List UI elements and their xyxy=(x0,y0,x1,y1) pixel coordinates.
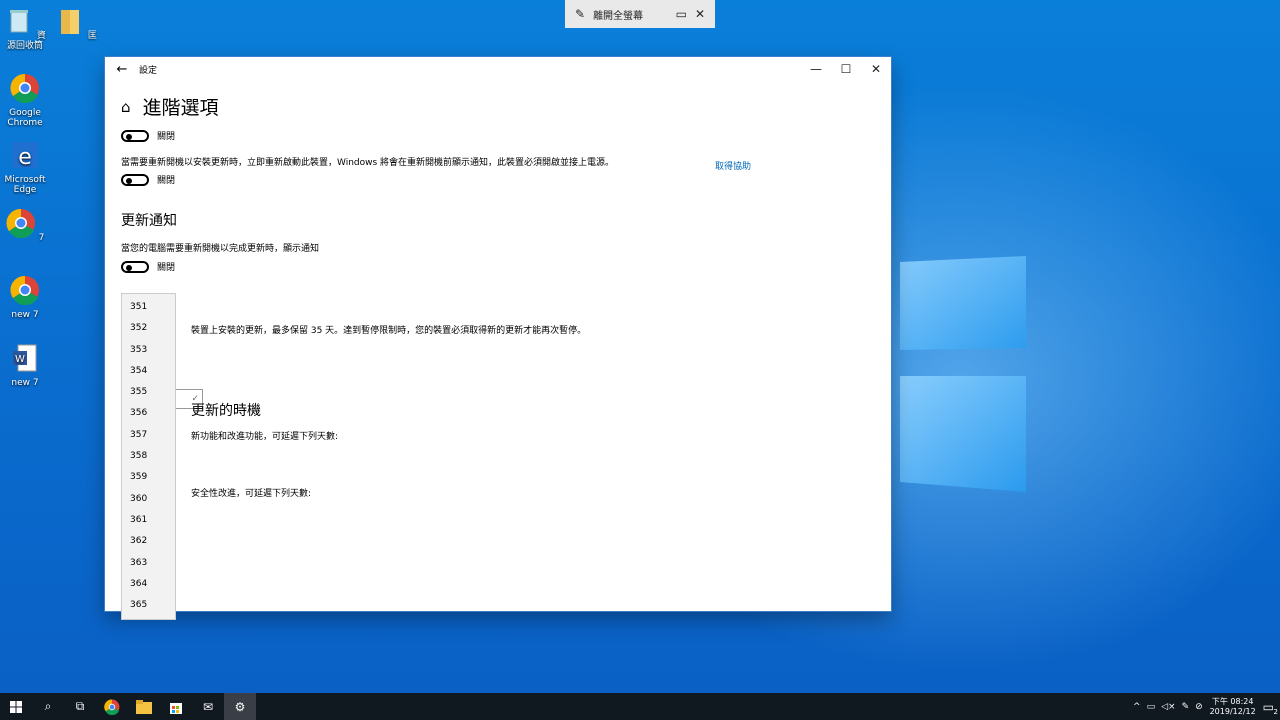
desktop-icon-chrome-new7[interactable]: new 7 xyxy=(0,275,50,320)
toggle-switch[interactable] xyxy=(121,173,149,186)
taskbar: ⌕ ⧉ ✉ ⚙ ^ ▭ ◁× ✎ ⊘ 下午 08:24 2019/12/12 ▭… xyxy=(0,693,1280,720)
restart-notice-text: 當需要重新開機以安裝更新時，立即重新啟動此裝置，Windows 將會在重新開機前… xyxy=(121,158,615,168)
windows-logo-wallpaper xyxy=(900,256,1026,492)
settings-window: ← 設定 — ☐ ✕ ⌂ 進階選項 關閉 取得協助 當需要重新開機以安裝更新時，… xyxy=(105,57,891,611)
task-view-icon[interactable]: ⧉ xyxy=(64,693,96,720)
dropdown-option[interactable]: 364 xyxy=(122,574,175,595)
desktop-icon-label: new 7 xyxy=(11,378,39,388)
quality-defer-text: 安全性改進，可延遲下列天數: xyxy=(191,489,312,499)
taskbar-chrome-icon[interactable] xyxy=(96,693,128,720)
desktop-icon-word-new7[interactable]: W new 7 xyxy=(0,343,50,388)
toggle-row-2: 關閉 xyxy=(121,173,175,186)
toggle-state-label: 關閉 xyxy=(157,263,176,273)
pen-icon[interactable]: ✎ xyxy=(1182,702,1190,712)
action-center-icon[interactable]: ▭ 2 xyxy=(1263,700,1278,716)
svg-text:e: e xyxy=(18,145,32,170)
back-arrow-icon[interactable]: ← xyxy=(105,62,139,77)
dropdown-option[interactable]: 359 xyxy=(122,467,175,488)
dropdown-option[interactable]: 354 xyxy=(122,361,175,382)
dropdown-option[interactable]: 361 xyxy=(122,510,175,531)
window-titlebar: ← 設定 — ☐ ✕ xyxy=(105,57,891,81)
desktop-icon-label: Google Chrome xyxy=(7,108,43,128)
clock[interactable]: 下午 08:24 2019/12/12 xyxy=(1209,697,1257,717)
page-title: 進階選項 xyxy=(142,97,219,119)
window-title: 設定 xyxy=(139,65,158,76)
clock-date: 2019/12/12 xyxy=(1209,706,1256,716)
svg-text:W: W xyxy=(15,354,25,365)
maximize-button[interactable]: ☐ xyxy=(831,62,861,76)
desktop-icon-label: Microsoft Edge xyxy=(4,175,46,195)
dropdown-option[interactable]: 357 xyxy=(122,425,175,446)
exit-fullscreen-label[interactable]: 離開全螢幕 xyxy=(593,7,668,22)
defer-days-dropdown-list[interactable]: 351 352 353 354 355 356 357 358 359 360 … xyxy=(121,293,176,620)
tray-status-icon[interactable]: ⊘ xyxy=(1195,702,1203,712)
dropdown-option[interactable]: 358 xyxy=(122,446,175,467)
taskbar-settings-icon[interactable]: ⚙ xyxy=(224,693,256,720)
page-header: ⌂ 進階選項 xyxy=(121,93,219,120)
system-tray: ^ ▭ ◁× ✎ ⊘ 下午 08:24 2019/12/12 ▭ 2 xyxy=(1133,693,1280,720)
desktop-icon-folder[interactable]: 匡 xyxy=(51,6,101,41)
get-help-link[interactable]: 取得協助 xyxy=(715,159,751,172)
folder-icon xyxy=(61,10,80,34)
toggle-row-3: 關閉 xyxy=(121,260,175,273)
clock-time: 下午 08:24 xyxy=(1211,696,1254,706)
close-fullscreen-icon[interactable]: ✕ xyxy=(695,7,705,21)
desktop-icon-google-chrome[interactable]: Google Chrome xyxy=(0,73,50,128)
feature-defer-text: 新功能和改進功能，可延遲下列天數: xyxy=(191,432,339,442)
desktop-icon-label: 7 xyxy=(38,233,45,243)
notification-count-badge: 2 xyxy=(1273,707,1278,716)
edge-icon: e xyxy=(12,142,38,170)
word-doc-icon: W xyxy=(13,344,37,372)
fullscreen-bar: ✎ 離開全螢幕 ▭ ✕ xyxy=(565,0,715,28)
desktop-icon-chrome-7[interactable]: 7 xyxy=(0,208,50,243)
desktop-icon-recycle-bin[interactable]: 資源回收筒 xyxy=(0,6,50,51)
dropdown-option[interactable]: 362 xyxy=(122,531,175,552)
toggle-row-1: 關閉 xyxy=(121,129,175,142)
pause-limit-text: 裝置上安裝的更新，最多保留 35 天。達到暫停限制時，您的裝置必須取得新的更新才… xyxy=(191,326,587,336)
minimize-button[interactable]: — xyxy=(801,62,831,76)
recycle-bin-icon xyxy=(10,10,29,33)
volume-muted-icon[interactable]: ◁× xyxy=(1161,702,1175,712)
toggle-state-label: 關閉 xyxy=(157,132,176,142)
dropdown-option[interactable]: 363 xyxy=(122,553,175,574)
desktop-icon-microsoft-edge[interactable]: e Microsoft Edge xyxy=(0,140,50,195)
windows-start-icon xyxy=(10,700,22,713)
chrome-icon xyxy=(10,73,39,104)
taskbar-mail-icon[interactable]: ✉ xyxy=(192,693,224,720)
home-icon[interactable]: ⌂ xyxy=(121,98,131,116)
tray-chevron-up-icon[interactable]: ^ xyxy=(1133,702,1141,712)
desktop-icon-label: new 7 xyxy=(11,310,39,320)
search-icon[interactable]: ⌕ xyxy=(32,693,64,720)
dropdown-option[interactable]: 355 xyxy=(122,382,175,403)
dropdown-option[interactable]: 360 xyxy=(122,489,175,510)
close-button[interactable]: ✕ xyxy=(861,62,891,76)
dropdown-option[interactable]: 353 xyxy=(122,340,175,361)
desktop-icon-label: 匡 xyxy=(87,31,97,41)
dropdown-option[interactable]: 365 xyxy=(122,595,175,616)
taskbar-file-explorer-icon[interactable] xyxy=(128,693,160,720)
update-notify-text: 當您的電腦需要重新開機以完成更新時，顯示通知 xyxy=(121,244,320,254)
restore-window-icon[interactable]: ▭ xyxy=(676,7,687,21)
toggle-state-label: 關閉 xyxy=(157,176,176,186)
update-notify-heading: 更新通知 xyxy=(121,213,177,229)
choose-time-heading: 更新的時機 xyxy=(191,403,261,419)
settings-content: ⌂ 進階選項 關閉 取得協助 當需要重新開機以安裝更新時，立即重新啟動此裝置，W… xyxy=(121,87,891,611)
exit-fullscreen-icon[interactable]: ✎ xyxy=(575,7,585,21)
toggle-switch[interactable] xyxy=(121,129,149,142)
dropdown-option[interactable]: 352 xyxy=(122,318,175,339)
network-icon[interactable]: ▭ xyxy=(1147,702,1156,712)
chrome-icon xyxy=(6,208,35,239)
dropdown-option[interactable]: 356 xyxy=(122,403,175,424)
taskbar-store-icon[interactable] xyxy=(160,693,192,720)
dropdown-option[interactable]: 351 xyxy=(122,297,175,318)
toggle-switch[interactable] xyxy=(121,260,149,273)
chrome-icon xyxy=(10,275,39,306)
start-button[interactable] xyxy=(0,693,32,720)
